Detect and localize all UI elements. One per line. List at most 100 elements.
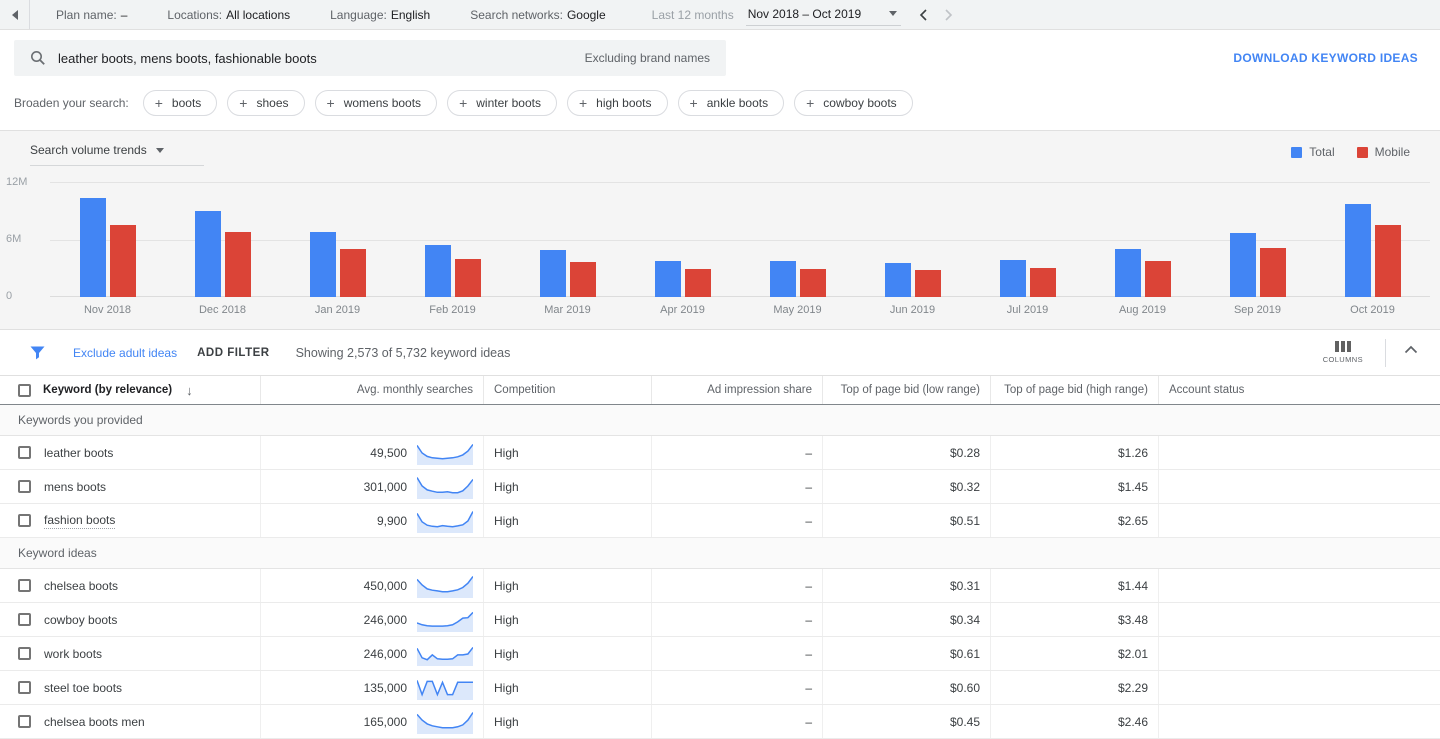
keyword-cell: steel toe boots (0, 671, 260, 704)
keyword-row: chelsea boots men165,000High–$0.45$2.46 (0, 705, 1440, 739)
top-of-page-bid-low-cell: $0.51 (822, 504, 990, 537)
plus-icon: + (155, 96, 163, 110)
keyword-cell: chelsea boots (0, 569, 260, 602)
bar-total (885, 263, 911, 298)
broaden-chip[interactable]: +shoes (227, 90, 304, 116)
competition-cell: High (483, 671, 651, 704)
ad-impression-share-cell: – (651, 637, 822, 670)
broaden-chip[interactable]: +cowboy boots (794, 90, 913, 116)
x-axis-label: Aug 2019 (1085, 304, 1200, 316)
top-of-page-bid-low-cell: $0.31 (822, 569, 990, 602)
chart-legend: TotalMobile (1291, 143, 1410, 159)
row-checkbox[interactable] (18, 579, 31, 592)
header-label: Avg. monthly searches (357, 384, 473, 396)
keyword-search-input[interactable]: leather boots, mens boots, fashionable b… (14, 40, 726, 76)
column-header[interactable]: Competition (483, 376, 651, 404)
x-axis-label: Jan 2019 (280, 304, 395, 316)
chart-bar-group (280, 232, 395, 297)
keyword-row: chelsea boots450,000High–$0.31$1.44 (0, 569, 1440, 603)
field-value: All locations (226, 8, 290, 22)
section-title: Keyword ideas (18, 546, 97, 560)
search-query-text: leather boots, mens boots, fashionable b… (58, 51, 573, 66)
column-header[interactable]: Account status (1158, 376, 1440, 404)
header-label: Keyword (by relevance) (43, 384, 172, 396)
chip-label: ankle boots (707, 96, 768, 110)
broaden-chip[interactable]: +womens boots (315, 90, 438, 116)
competition-cell: High (483, 504, 651, 537)
previous-period-button[interactable] (919, 9, 928, 21)
row-checkbox[interactable] (18, 715, 31, 728)
top-of-page-bid-low-cell: $0.28 (822, 436, 990, 469)
column-header[interactable]: Ad impression share (651, 376, 822, 404)
plus-icon: + (239, 96, 247, 110)
row-checkbox[interactable] (18, 647, 31, 660)
avg-monthly-searches-cell: 450,000 (260, 569, 483, 602)
topbar-field[interactable]: Plan name:– (56, 8, 127, 22)
searches-value: 301,000 (364, 480, 407, 494)
collapse-panel-button[interactable] (0, 0, 30, 29)
broaden-chip[interactable]: + winter boots (447, 90, 557, 116)
x-axis-label: Jul 2019 (970, 304, 1085, 316)
columns-button-label: COLUMNS (1323, 355, 1363, 364)
topbar-field[interactable]: Search networks:Google (470, 8, 605, 22)
ad-impression-share-cell: – (651, 603, 822, 636)
column-header[interactable]: Keyword (by relevance)↓ (0, 376, 260, 404)
add-filter-button[interactable]: ADD FILTER (197, 347, 270, 359)
bar-total (80, 198, 106, 297)
chart-x-labels: Nov 2018Dec 2018Jan 2019Feb 2019Mar 2019… (50, 297, 1430, 329)
exclude-adult-ideas-link[interactable]: Exclude adult ideas (73, 346, 177, 360)
x-axis-label: Sep 2019 (1200, 304, 1315, 316)
x-axis-label: Mar 2019 (510, 304, 625, 316)
account-status-cell (1158, 705, 1440, 738)
columns-button[interactable]: COLUMNS (1323, 341, 1363, 364)
date-range-dropdown[interactable]: Nov 2018 – Oct 2019 (746, 4, 901, 26)
row-checkbox[interactable] (18, 514, 31, 527)
chart-type-dropdown[interactable]: Search volume trends (30, 143, 204, 166)
y-axis-tick: 0 (6, 290, 40, 302)
plus-icon: + (459, 96, 467, 110)
header-label: Top of page bid (high range) (1004, 384, 1148, 396)
row-checkbox[interactable] (18, 480, 31, 493)
broaden-chip[interactable]: +boots (143, 90, 218, 116)
ad-impression-share-cell: – (651, 705, 822, 738)
x-axis-label: May 2019 (740, 304, 855, 316)
filter-funnel-icon[interactable] (30, 346, 45, 360)
competition-cell: High (483, 470, 651, 503)
x-axis-label: Feb 2019 (395, 304, 510, 316)
x-axis-label: Jun 2019 (855, 304, 970, 316)
column-header[interactable]: Avg. monthly searches (260, 376, 483, 404)
row-checkbox[interactable] (18, 613, 31, 626)
legend-label: Mobile (1375, 145, 1410, 159)
select-all-checkbox[interactable] (18, 384, 31, 397)
account-status-cell (1158, 671, 1440, 704)
broaden-chip[interactable]: +high boots (567, 90, 668, 116)
broaden-chip[interactable]: +ankle boots (678, 90, 785, 116)
chart-bar-group (625, 261, 740, 297)
keyword-row: fashion boots9,900High–$0.51$2.65 (0, 504, 1440, 538)
top-of-page-bid-low-cell: $0.60 (822, 671, 990, 704)
searches-value: 135,000 (364, 681, 407, 695)
topbar-field[interactable]: Language:English (330, 8, 430, 22)
chip-label: winter boots (476, 96, 541, 110)
competition-cell: High (483, 603, 651, 636)
columns-icon (1335, 341, 1351, 352)
next-period-button[interactable] (944, 9, 953, 21)
row-checkbox[interactable] (18, 681, 31, 694)
bar-total (1345, 204, 1371, 297)
avg-monthly-searches-cell: 165,000 (260, 705, 483, 738)
search-icon (30, 50, 46, 66)
column-header[interactable]: Top of page bid (high range) (990, 376, 1158, 404)
plus-icon: + (327, 96, 335, 110)
bar-mobile (340, 249, 366, 297)
topbar-field[interactable]: Locations:All locations (167, 8, 290, 22)
collapse-chart-button[interactable] (1404, 345, 1418, 360)
download-keyword-ideas-link[interactable]: DOWNLOAD KEYWORD IDEAS (1233, 51, 1418, 65)
table-body: Keywords you providedleather boots49,500… (0, 405, 1440, 739)
row-checkbox[interactable] (18, 446, 31, 459)
column-header[interactable]: Top of page bid (low range) (822, 376, 990, 404)
competition-cell: High (483, 637, 651, 670)
chart-bar-group (395, 245, 510, 297)
field-label: Plan name: (56, 8, 117, 22)
chart-bar-group (1200, 233, 1315, 297)
trend-sparkline (417, 608, 473, 632)
